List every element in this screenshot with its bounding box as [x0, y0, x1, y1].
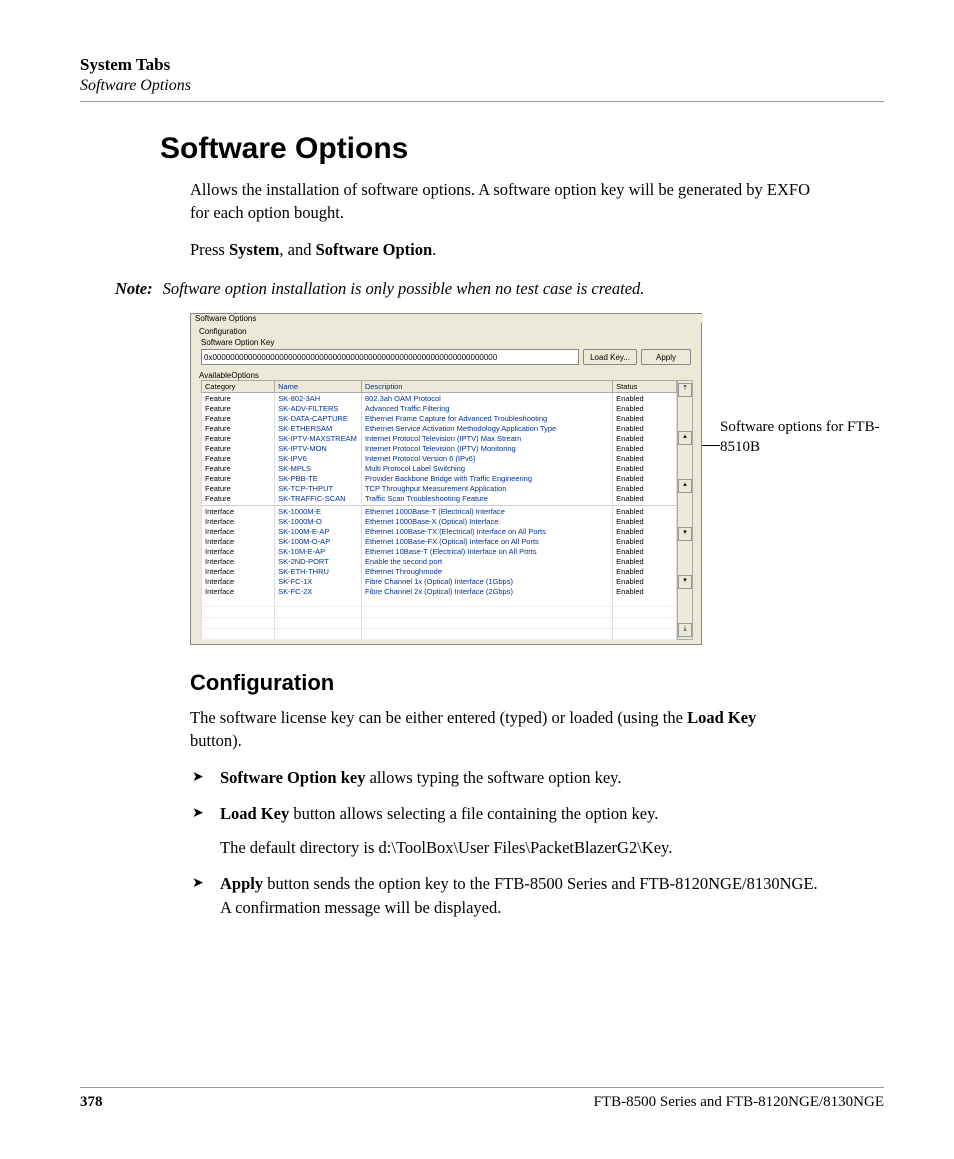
- table-row[interactable]: InterfaceSK-1000M-OEthernet 1000Base-X (…: [202, 516, 677, 526]
- scroll-up-icon[interactable]: ▴: [678, 431, 692, 445]
- apply-button[interactable]: Apply: [641, 349, 691, 365]
- table-row[interactable]: InterfaceSK-FC-2XFibre Channel 2x (Optic…: [202, 586, 677, 596]
- scroll-down-icon[interactable]: ▾: [678, 575, 692, 589]
- key-field-label: Software Option Key: [201, 338, 697, 347]
- table-row[interactable]: FeatureSK-ADV-FILTERSAdvanced Traffic Fi…: [202, 403, 677, 413]
- table-row[interactable]: FeatureSK-802-3AH802.3ah OAM ProtocolEna…: [202, 393, 677, 404]
- scroll-up-small-icon[interactable]: ▴: [678, 479, 692, 493]
- doc-title: FTB-8500 Series and FTB-8120NGE/8130NGE: [594, 1094, 884, 1111]
- press-instruction: Press System, and Software Option.: [190, 238, 810, 261]
- table-row[interactable]: FeatureSK-PBB-TEProvider Backbone Bridge…: [202, 473, 677, 483]
- table-row[interactable]: FeatureSK-IPV6Internet Protocol Version …: [202, 453, 677, 463]
- table-row[interactable]: InterfaceSK-1000M-EEthernet 1000Base-T (…: [202, 506, 677, 517]
- section-name: Software Options: [80, 77, 884, 95]
- callout-label: Software options for FTB-8510B: [720, 313, 884, 645]
- note-row: Note: Software option installation is on…: [115, 279, 884, 299]
- main-heading: Software Options: [160, 132, 884, 166]
- table-row[interactable]: InterfaceSK-10M-E-APEthernet 10Base-T (E…: [202, 546, 677, 556]
- table-row[interactable]: InterfaceSK-100M-O-APEthernet 100Base-FX…: [202, 536, 677, 546]
- scroll-bottom-icon[interactable]: ⤓: [678, 623, 692, 637]
- col-name[interactable]: Name: [275, 381, 362, 393]
- col-description[interactable]: Description: [361, 381, 612, 393]
- list-item: Software Option key allows typing the so…: [190, 766, 830, 790]
- table-row[interactable]: FeatureSK-ETHERSAMEthernet Service Activ…: [202, 423, 677, 433]
- load-key-button[interactable]: Load Key...: [583, 349, 637, 365]
- table-row[interactable]: FeatureSK-IPTV-MONInternet Protocol Tele…: [202, 443, 677, 453]
- table-row[interactable]: FeatureSK-TRAFFIC-SCANTraffic Scan Troub…: [202, 493, 677, 503]
- list-item: Load Key button allows selecting a file …: [190, 802, 830, 860]
- scroll-down-small-icon[interactable]: ▾: [678, 527, 692, 541]
- chapter-title: System Tabs: [80, 55, 884, 75]
- config-group-label: Configuration: [197, 327, 699, 336]
- available-options-label: AvailableOptions: [197, 371, 699, 380]
- options-table: Category Name Description Status Feature…: [201, 380, 677, 640]
- table-row[interactable]: FeatureSK-MPLSMulti Protocol Label Switc…: [202, 463, 677, 473]
- bullet-list: Software Option key allows typing the so…: [190, 766, 884, 920]
- table-row[interactable]: InterfaceSK-100M-E-APEthernet 100Base-TX…: [202, 526, 677, 536]
- intro-paragraph: Allows the installation of software opti…: [190, 178, 810, 224]
- note-text: Software option installation is only pos…: [163, 279, 645, 299]
- note-label: Note:: [115, 279, 153, 299]
- table-row[interactable]: InterfaceSK-ETH-THRUEthernet Throughmode…: [202, 566, 677, 576]
- table-row[interactable]: InterfaceSK-FC-1XFibre Channel 1x (Optic…: [202, 576, 677, 586]
- panel-title: Software Options: [193, 314, 703, 323]
- list-item: Apply button sends the option key to the…: [190, 872, 830, 920]
- page-footer: 378 FTB-8500 Series and FTB-8120NGE/8130…: [80, 1079, 884, 1111]
- table-row[interactable]: FeatureSK-IPTV-MAXSTREAMInternet Protoco…: [202, 433, 677, 443]
- page-number: 378: [80, 1094, 103, 1111]
- option-key-input[interactable]: [201, 349, 579, 365]
- table-row[interactable]: FeatureSK-DATA-CAPTUREEthernet Frame Cap…: [202, 413, 677, 423]
- scrollbar[interactable]: ⤒ ▴ ▴ ▾ ▾ ⤓: [677, 380, 693, 640]
- header-rule: [80, 101, 884, 102]
- software-options-panel: Software Options Configuration Software …: [190, 313, 702, 645]
- configuration-heading: Configuration: [190, 670, 884, 696]
- config-paragraph: The software license key can be either e…: [190, 706, 810, 752]
- col-category[interactable]: Category: [202, 381, 275, 393]
- table-row[interactable]: FeatureSK-TCP-THPUTTCP Throughput Measur…: [202, 483, 677, 493]
- table-row[interactable]: InterfaceSK-2ND-PORTEnable the second po…: [202, 556, 677, 566]
- col-status[interactable]: Status: [613, 381, 677, 393]
- scroll-top-icon[interactable]: ⤒: [678, 383, 692, 397]
